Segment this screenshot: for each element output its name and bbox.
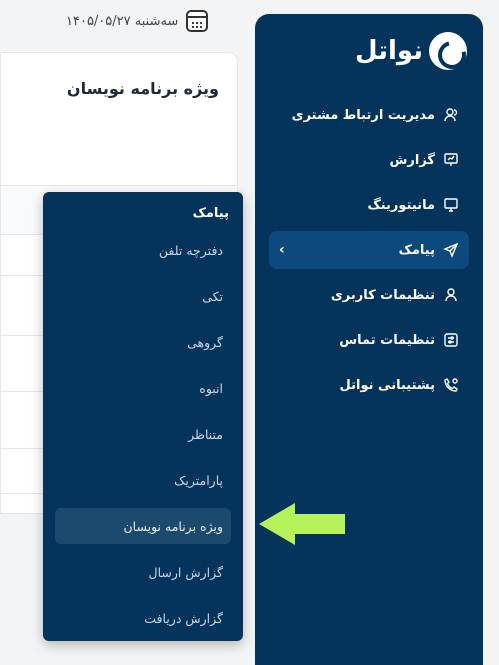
brand-logo[interactable]: نواتل	[355, 32, 467, 70]
monitor-icon	[443, 197, 459, 213]
sidebar-item-call-settings[interactable]: تنظیمات تماس	[269, 321, 469, 359]
date-bar: سه‌شنبه ۱۴۰۵/۰۵/۲۷	[66, 10, 209, 32]
submenu-item-parametric[interactable]: پارامتریک	[55, 462, 231, 498]
chevron-left-icon: ›	[279, 242, 285, 258]
sidebar-item-label: پیامک	[398, 242, 435, 258]
sidebar-item-label: مدیریت ارتباط مشتری	[291, 107, 435, 123]
sidebar-item-label: تنظیمات کاربری	[330, 287, 435, 303]
sidebar-nav: مدیریت ارتباط مشتری گزارش مانیتورینگ پیا…	[269, 96, 469, 411]
submenu-item-single[interactable]: تکی	[55, 278, 231, 314]
current-date: سه‌شنبه ۱۴۰۵/۰۵/۲۷	[66, 13, 179, 29]
pointer-arrow-icon	[259, 503, 345, 545]
sidebar: نواتل مدیریت ارتباط مشتری گزارش مانیتوری…	[255, 14, 483, 665]
sidebar-item-sms[interactable]: پیامک ›	[269, 231, 469, 269]
sms-submenu: پیامک دفترچه تلفن تکی گروهی انبوه متناظر…	[43, 192, 243, 641]
chat-bubble-logo-icon	[429, 32, 467, 70]
sidebar-item-label: تنظیمات تماس	[339, 332, 435, 348]
submenu-item-sent-report[interactable]: گزارش ارسال	[55, 554, 231, 590]
sidebar-item-monitoring[interactable]: مانیتورینگ	[269, 186, 469, 224]
calendar-icon[interactable]	[186, 10, 209, 32]
sidebar-item-report[interactable]: گزارش	[269, 141, 469, 179]
support-phone-icon	[443, 377, 459, 393]
submenu-item-phonebook[interactable]: دفترچه تلفن	[55, 232, 231, 268]
brand-name: نواتل	[355, 36, 423, 66]
sidebar-item-label: گزارش	[389, 152, 435, 168]
sidebar-item-label: پشتیبانی نواتل	[339, 377, 435, 393]
presentation-chart-icon	[443, 152, 459, 168]
users-icon	[443, 107, 459, 123]
sidebar-item-crm[interactable]: مدیریت ارتباط مشتری	[269, 96, 469, 134]
submenu-title: پیامک	[192, 206, 229, 221]
sidebar-item-user-settings[interactable]: تنظیمات کاربری	[269, 276, 469, 314]
sidebar-item-label: مانیتورینگ	[367, 197, 435, 213]
page-title: ویژه برنامه نویسان	[66, 79, 219, 98]
sidebar-item-support[interactable]: پشتیبانی نواتل	[269, 366, 469, 404]
submenu-item-developers[interactable]: ویژه برنامه نویسان	[55, 508, 231, 544]
send-icon	[443, 242, 459, 258]
sliders-icon	[443, 332, 459, 348]
submenu-item-bulk[interactable]: انبوه	[55, 370, 231, 406]
submenu-item-peer-to-peer[interactable]: متناظر	[55, 416, 231, 452]
submenu-item-group[interactable]: گروهی	[55, 324, 231, 360]
user-icon	[443, 287, 459, 303]
submenu-list: دفترچه تلفن تکی گروهی انبوه متناظر پارام…	[55, 232, 231, 646]
submenu-item-received-report[interactable]: گزارش دریافت	[55, 600, 231, 636]
